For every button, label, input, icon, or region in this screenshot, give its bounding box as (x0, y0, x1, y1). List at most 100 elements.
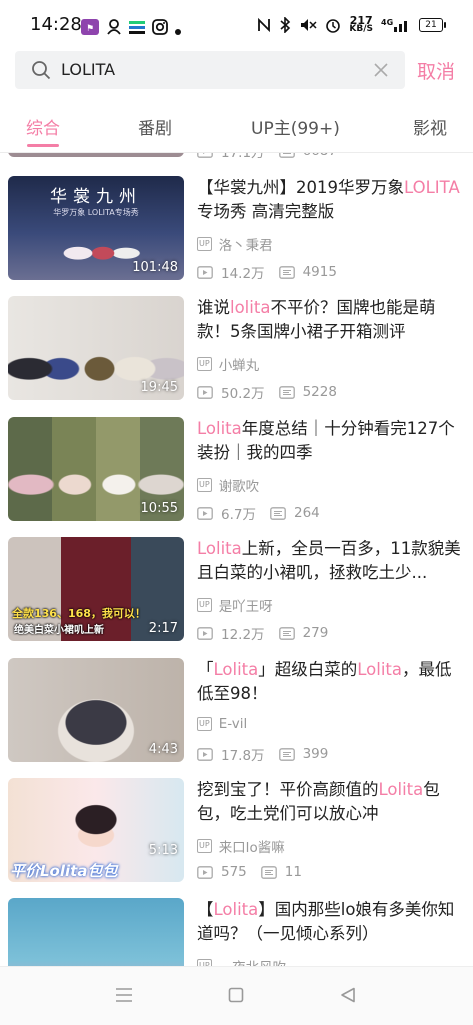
danmaku-icon (278, 265, 295, 279)
active-tab-indicator (27, 144, 59, 147)
video-thumbnail[interactable]: 4:43 (8, 658, 184, 762)
results-feed[interactable]: 17.1万 6687 华裳九州 华罗万象 LOLITA专场秀 101:48 【华… (0, 153, 473, 966)
status-time: 14:28 (30, 14, 82, 35)
up-badge: UP (197, 717, 212, 731)
video-duration: 10:55 (140, 501, 178, 516)
up-badge: UP (197, 357, 212, 371)
clear-icon[interactable] (371, 60, 391, 80)
tab-bangumi[interactable]: 番剧 (138, 114, 172, 139)
play-count-icon (197, 506, 213, 520)
video-stats: 50.2万 5228 (197, 382, 351, 402)
play-count-icon (197, 865, 213, 879)
video-title[interactable]: 【Lolita】国内那些lo娘有多美你知道吗？（一见倾心系列） (197, 898, 467, 946)
video-thumbnail[interactable]: 平价Lolita包包 5:13 (8, 778, 184, 882)
video-duration: 19:45 (140, 380, 178, 395)
video-uploader[interactable]: UP一夜北风吹 (197, 956, 286, 966)
more-notifications-dot (175, 29, 181, 35)
up-badge: UP (197, 839, 212, 853)
video-uploader[interactable]: UP 是吖王呀 (197, 595, 273, 615)
play-count-icon (197, 626, 213, 640)
net-speed: 217 KB/S (349, 14, 373, 34)
video-uploader[interactable]: UP 谢歌吹 (197, 475, 259, 495)
danmaku-icon (278, 385, 295, 399)
play-count-icon (197, 747, 213, 761)
bars-notification-icon (129, 21, 145, 34)
cancel-button[interactable]: 取消 (417, 57, 455, 84)
search-input[interactable]: LOLITA (61, 60, 115, 79)
tab-movies[interactable]: 影视 (413, 114, 447, 139)
result-item[interactable]: 【Lolita】国内那些lo娘有多美你知道吗？（一见倾心系列） UP一夜北风吹 (0, 898, 473, 966)
app-notification-icon: ⚑ (81, 19, 99, 35)
thumb-subcaption: 绝美白菜小裙叽上新 (14, 625, 104, 636)
video-thumbnail[interactable]: 19:45 (8, 296, 184, 400)
video-thumbnail[interactable]: 全款136、168，我可以！ 绝美白菜小裙叽上新 2:17 (8, 537, 184, 641)
video-uploader[interactable]: UP 洛丶秉君 (197, 234, 273, 254)
danmaku-icon (278, 626, 295, 640)
danmaku-icon (260, 865, 277, 879)
video-stats: 575 11 (197, 864, 316, 880)
video-title[interactable]: 挖到宝了！平价高颜值的Lolita包包，吃土党们可以放心冲 (197, 778, 467, 826)
mute-icon (301, 19, 317, 31)
search-tabs: 综合 番剧 UP主(99+) 影视 (0, 108, 473, 153)
result-item[interactable]: 华裳九州 华罗万象 LOLITA专场秀 101:48 【华裳九州】2019华罗万… (0, 176, 473, 286)
search-bar[interactable]: LOLITA (15, 51, 405, 89)
play-count-icon (197, 265, 213, 279)
video-title[interactable]: Lolita年度总结｜十分钟看完127个装扮｜我的四季 (197, 417, 467, 465)
video-thumbnail[interactable]: 华裳九州 华罗万象 LOLITA专场秀 101:48 (8, 176, 184, 280)
system-nav-bar (0, 966, 473, 1025)
video-title[interactable]: 【华裳九州】2019华罗万象LOLITA专场秀 高清完整版 (197, 176, 467, 224)
tab-all[interactable]: 综合 (26, 114, 60, 139)
result-item[interactable]: 全款136、168，我可以！ 绝美白菜小裙叽上新 2:17 Lolita上新，全… (0, 537, 473, 647)
result-item[interactable]: 平价Lolita包包 5:13 挖到宝了！平价高颜值的Lolita包包，吃土党们… (0, 778, 473, 888)
signal-icon: 4G (381, 18, 407, 32)
tab-uploaders[interactable]: UP主(99+) (251, 114, 340, 139)
video-title[interactable]: 谁说lolita不平价？国牌也能是萌款！5条国牌小裙子开箱测评 (197, 296, 467, 344)
play-count-icon (197, 385, 213, 399)
video-stats: 14.2万 4915 (197, 262, 351, 282)
result-item[interactable]: 4:43 「Lolita」超级白菜的Lolita，最低低至98！ UP E-vil… (0, 658, 473, 768)
thumb-subcaption: 华罗万象 LOLITA专场秀 (53, 208, 139, 217)
instagram-icon (152, 19, 168, 35)
video-uploader[interactable]: UP 小蝉丸 (197, 354, 259, 374)
video-thumbnail[interactable] (8, 898, 184, 966)
video-stats: 17.8万 399 (197, 744, 342, 764)
nfc-icon (258, 17, 271, 33)
video-stats: 6.7万 264 (197, 503, 334, 523)
video-uploader[interactable]: UP 来口lo酱嘛 (197, 836, 285, 856)
video-uploader[interactable]: UP E-vil (197, 716, 247, 732)
video-stats: 12.2万 279 (197, 623, 342, 643)
video-stats: 17.1万 6687 (197, 153, 351, 161)
bluetooth-icon (280, 17, 291, 33)
alarm-icon (326, 19, 341, 33)
video-duration: 5:13 (148, 843, 178, 858)
video-thumbnail[interactable] (8, 153, 184, 157)
video-thumbnail[interactable]: 10:55 (8, 417, 184, 521)
status-right: 217 KB/S 4G 21 (257, 14, 446, 34)
thumb-caption: 平价Lolita包包 (10, 862, 118, 880)
up-badge: UP (197, 959, 212, 966)
battery-icon: 21 (419, 18, 446, 32)
svg-text:4G: 4G (381, 18, 393, 27)
thumb-caption: 华裳九州 (50, 187, 142, 207)
back-icon[interactable] (340, 987, 356, 1003)
menu-icon[interactable] (115, 987, 133, 1003)
status-bar: 14:28 ⚑ 217 KB/S 4G 21 (0, 0, 473, 48)
result-item[interactable]: 10:55 Lolita年度总结｜十分钟看完127个装扮｜我的四季 UP 谢歌吹 … (0, 417, 473, 527)
play-count-icon (197, 153, 213, 158)
up-badge: UP (197, 237, 212, 251)
video-title[interactable]: 「Lolita」超级白菜的Lolita，最低低至98！ (197, 658, 467, 706)
video-title[interactable]: Lolita上新，全员一百多，11款貌美且白菜的小裙叽，拯救吃土少... (197, 537, 467, 585)
video-duration: 4:43 (148, 742, 178, 757)
up-badge: UP (197, 478, 212, 492)
search-icon (32, 61, 51, 80)
danmaku-icon (270, 506, 286, 520)
video-duration: 101:48 (132, 260, 178, 275)
home-icon[interactable] (228, 987, 244, 1003)
thumb-caption: 全款136、168，我可以！ (12, 607, 146, 620)
mascot-notification-icon (107, 19, 121, 35)
result-item[interactable]: 19:45 谁说lolita不平价？国牌也能是萌款！5条国牌小裙子开箱测评 UP… (0, 296, 473, 406)
up-badge: UP (197, 598, 212, 612)
video-duration: 2:17 (148, 621, 178, 636)
result-item-partial[interactable]: 17.1万 6687 (0, 153, 473, 163)
danmaku-icon (278, 747, 295, 761)
